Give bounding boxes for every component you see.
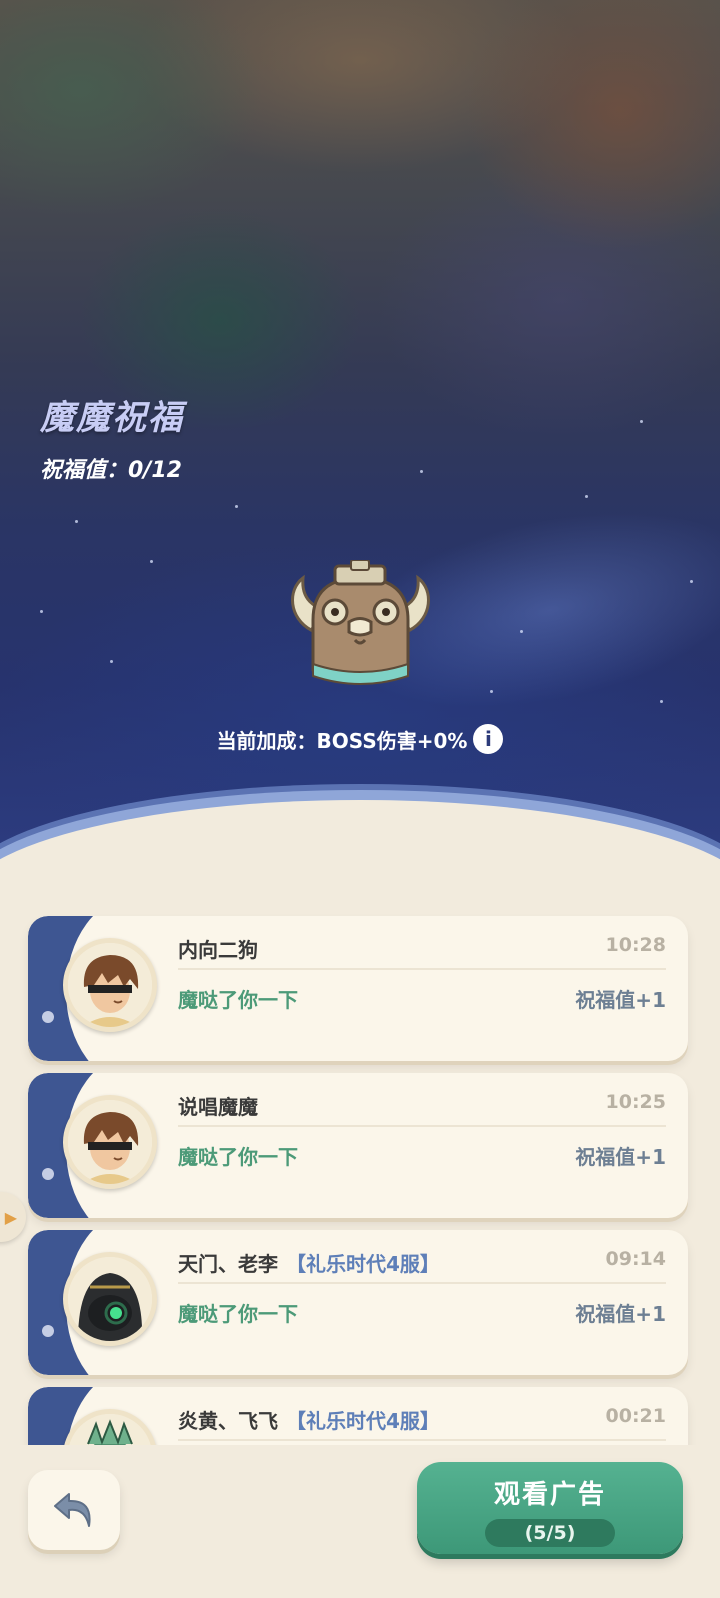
message-action: 魔哒了你一下 bbox=[178, 1302, 298, 1326]
boy-avatar[interactable] bbox=[63, 938, 157, 1032]
blessing-value: 祝福值：0/12 bbox=[40, 458, 182, 483]
message-time: 10:28 bbox=[605, 934, 666, 956]
timeline-dot bbox=[42, 1011, 54, 1023]
divider bbox=[178, 1439, 666, 1441]
star bbox=[490, 690, 493, 693]
current-bonus: 当前加成：BOSS伤害+0% i bbox=[0, 724, 720, 754]
sender-name: 说唱魔魔 bbox=[178, 1091, 258, 1120]
bonus-text: 当前加成：BOSS伤害+0% bbox=[216, 728, 468, 753]
divider bbox=[178, 968, 666, 970]
momo-mascot[interactable] bbox=[283, 559, 438, 695]
blessing-gain: 祝福值+1 bbox=[575, 1145, 666, 1169]
sender-name-text: 炎黄、飞飞 bbox=[178, 1409, 278, 1433]
star bbox=[235, 505, 238, 508]
star bbox=[150, 560, 153, 563]
blessing-message-list[interactable]: 内向二狗 10:28 魔哒了你一下 祝福值+1 说唱魔魔 10:25 魔哒了你一… bbox=[0, 880, 720, 1445]
sender-name-text: 说唱魔魔 bbox=[178, 1095, 258, 1119]
watch-ad-label: 观看广告 bbox=[493, 1480, 606, 1510]
timeline-dot bbox=[42, 1325, 54, 1337]
message-time: 09:14 bbox=[605, 1248, 666, 1270]
star bbox=[640, 420, 643, 423]
server-tag: 【礼乐时代4服】 bbox=[286, 1409, 440, 1433]
list-item: 天门、老李 【礼乐时代4服】 09:14 魔哒了你一下 祝福值+1 bbox=[28, 1230, 688, 1375]
watch-ad-button[interactable]: 观看广告 (5/5) bbox=[417, 1462, 683, 1554]
sender-name-text: 内向二狗 bbox=[178, 938, 258, 962]
list-item: 炎黄、飞飞 【礼乐时代4服】 00:21 bbox=[28, 1387, 688, 1445]
message-action: 魔哒了你一下 bbox=[178, 988, 298, 1012]
sender-name: 内向二狗 bbox=[178, 934, 258, 963]
robot-avatar[interactable] bbox=[63, 1252, 157, 1346]
blessing-gain: 祝福值+1 bbox=[575, 1302, 666, 1326]
sender-name: 天门、老李 【礼乐时代4服】 bbox=[178, 1248, 440, 1277]
star bbox=[40, 610, 43, 613]
page-title: 魔魔祝福 bbox=[40, 398, 184, 438]
back-arrow-icon bbox=[54, 1493, 91, 1527]
message-time: 00:21 bbox=[605, 1405, 666, 1427]
sender-name: 炎黄、飞飞 【礼乐时代4服】 bbox=[178, 1405, 440, 1434]
triangle-right-icon: ▶ bbox=[4, 1207, 17, 1227]
blessing-gain: 祝福值+1 bbox=[575, 988, 666, 1012]
divider bbox=[178, 1125, 666, 1127]
server-tag: 【礼乐时代4服】 bbox=[286, 1252, 440, 1276]
timeline-dot bbox=[42, 1168, 54, 1180]
watch-ad-count: (5/5) bbox=[485, 1519, 615, 1547]
message-time: 10:25 bbox=[605, 1091, 666, 1113]
star bbox=[110, 660, 113, 663]
divider bbox=[178, 1282, 666, 1284]
message-action: 魔哒了你一下 bbox=[178, 1145, 298, 1169]
star bbox=[585, 495, 588, 498]
star bbox=[690, 580, 693, 583]
scene-bottom-wave bbox=[0, 800, 720, 880]
info-icon[interactable]: i bbox=[473, 724, 504, 754]
back-button[interactable] bbox=[28, 1470, 120, 1550]
star bbox=[660, 700, 663, 703]
sender-name-text: 天门、老李 bbox=[178, 1252, 278, 1276]
star bbox=[520, 630, 523, 633]
list-item: 说唱魔魔 10:25 魔哒了你一下 祝福值+1 bbox=[28, 1073, 688, 1218]
boy-avatar[interactable] bbox=[63, 1095, 157, 1189]
star bbox=[75, 520, 78, 523]
list-item: 内向二狗 10:28 魔哒了你一下 祝福值+1 bbox=[28, 916, 688, 1061]
star bbox=[420, 470, 423, 473]
